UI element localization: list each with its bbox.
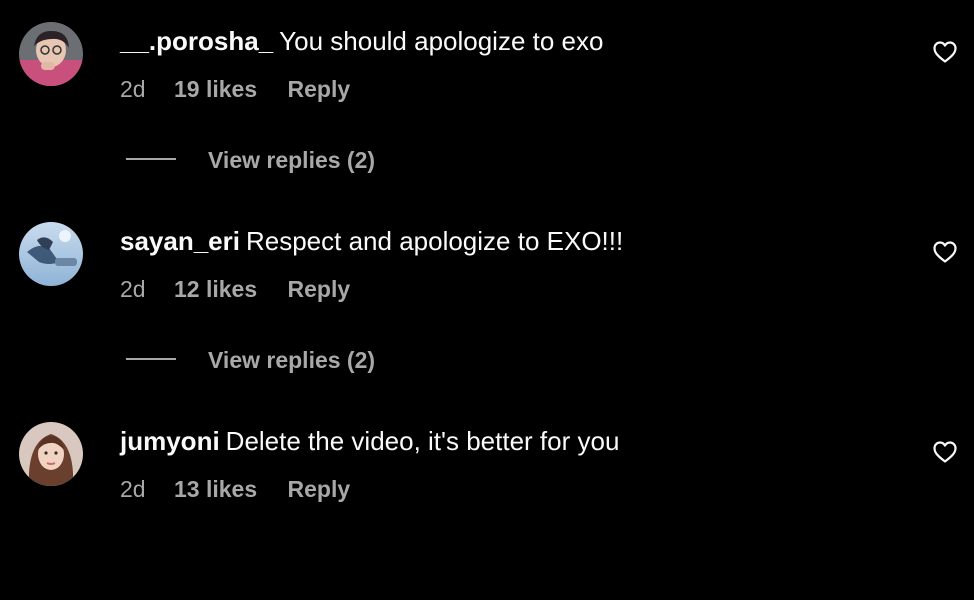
comment-content: __.porosha_ You should apologize to exo [120, 24, 603, 58]
avatar-image [19, 422, 83, 486]
heart-outline-icon [933, 241, 957, 263]
comment-content: jumyoni Delete the video, it's better for… [120, 424, 619, 458]
comment-age: 2d [120, 76, 146, 102]
view-replies-label: View replies (2) [208, 347, 376, 373]
comment-meta: 2d 19 likes Reply [120, 74, 350, 104]
view-replies-divider [126, 358, 176, 360]
like-button[interactable] [932, 40, 958, 64]
comment-text: Respect and apologize to EXO!!! [245, 226, 624, 256]
avatar-image [19, 22, 83, 86]
view-replies-divider [126, 158, 176, 160]
reply-button[interactable]: Reply [288, 74, 351, 104]
comment-text: Delete the video, it's better for you [225, 426, 620, 456]
like-button[interactable] [932, 440, 958, 464]
heart-outline-icon [933, 41, 957, 63]
comment-item: __.porosha_ You should apologize to exo 2… [0, 0, 974, 200]
comment-age: 2d [120, 276, 146, 302]
comment-likes-count[interactable]: 12 likes [174, 274, 257, 304]
comment-item: jumyoni Delete the video, it's better for… [0, 400, 974, 600]
comment-likes-count[interactable]: 13 likes [174, 474, 257, 504]
comment-username[interactable]: __.porosha_ [120, 26, 273, 56]
comment-meta: 2d 13 likes Reply [120, 474, 350, 504]
comment-likes-count[interactable]: 19 likes [174, 74, 257, 104]
comment-username[interactable]: jumyoni [120, 426, 220, 456]
comment-meta: 2d 12 likes Reply [120, 274, 350, 304]
like-button[interactable] [932, 240, 958, 264]
comment-content: sayan_eri Respect and apologize to EXO!!! [120, 224, 623, 258]
avatar[interactable] [19, 22, 83, 86]
avatar[interactable] [19, 222, 83, 286]
view-replies-label: View replies (2) [208, 147, 376, 173]
reply-button[interactable]: Reply [288, 474, 351, 504]
reply-button[interactable]: Reply [288, 274, 351, 304]
comment-username[interactable]: sayan_eri [120, 226, 240, 256]
comment-text: You should apologize to exo [279, 26, 604, 56]
heart-outline-icon [933, 441, 957, 463]
comment-age: 2d [120, 476, 146, 502]
avatar[interactable] [19, 422, 83, 486]
comment-item: sayan_eri Respect and apologize to EXO!!!… [0, 200, 974, 400]
view-replies-button[interactable]: View replies (2) [126, 345, 375, 375]
avatar-image [19, 222, 83, 286]
view-replies-button[interactable]: View replies (2) [126, 145, 375, 175]
